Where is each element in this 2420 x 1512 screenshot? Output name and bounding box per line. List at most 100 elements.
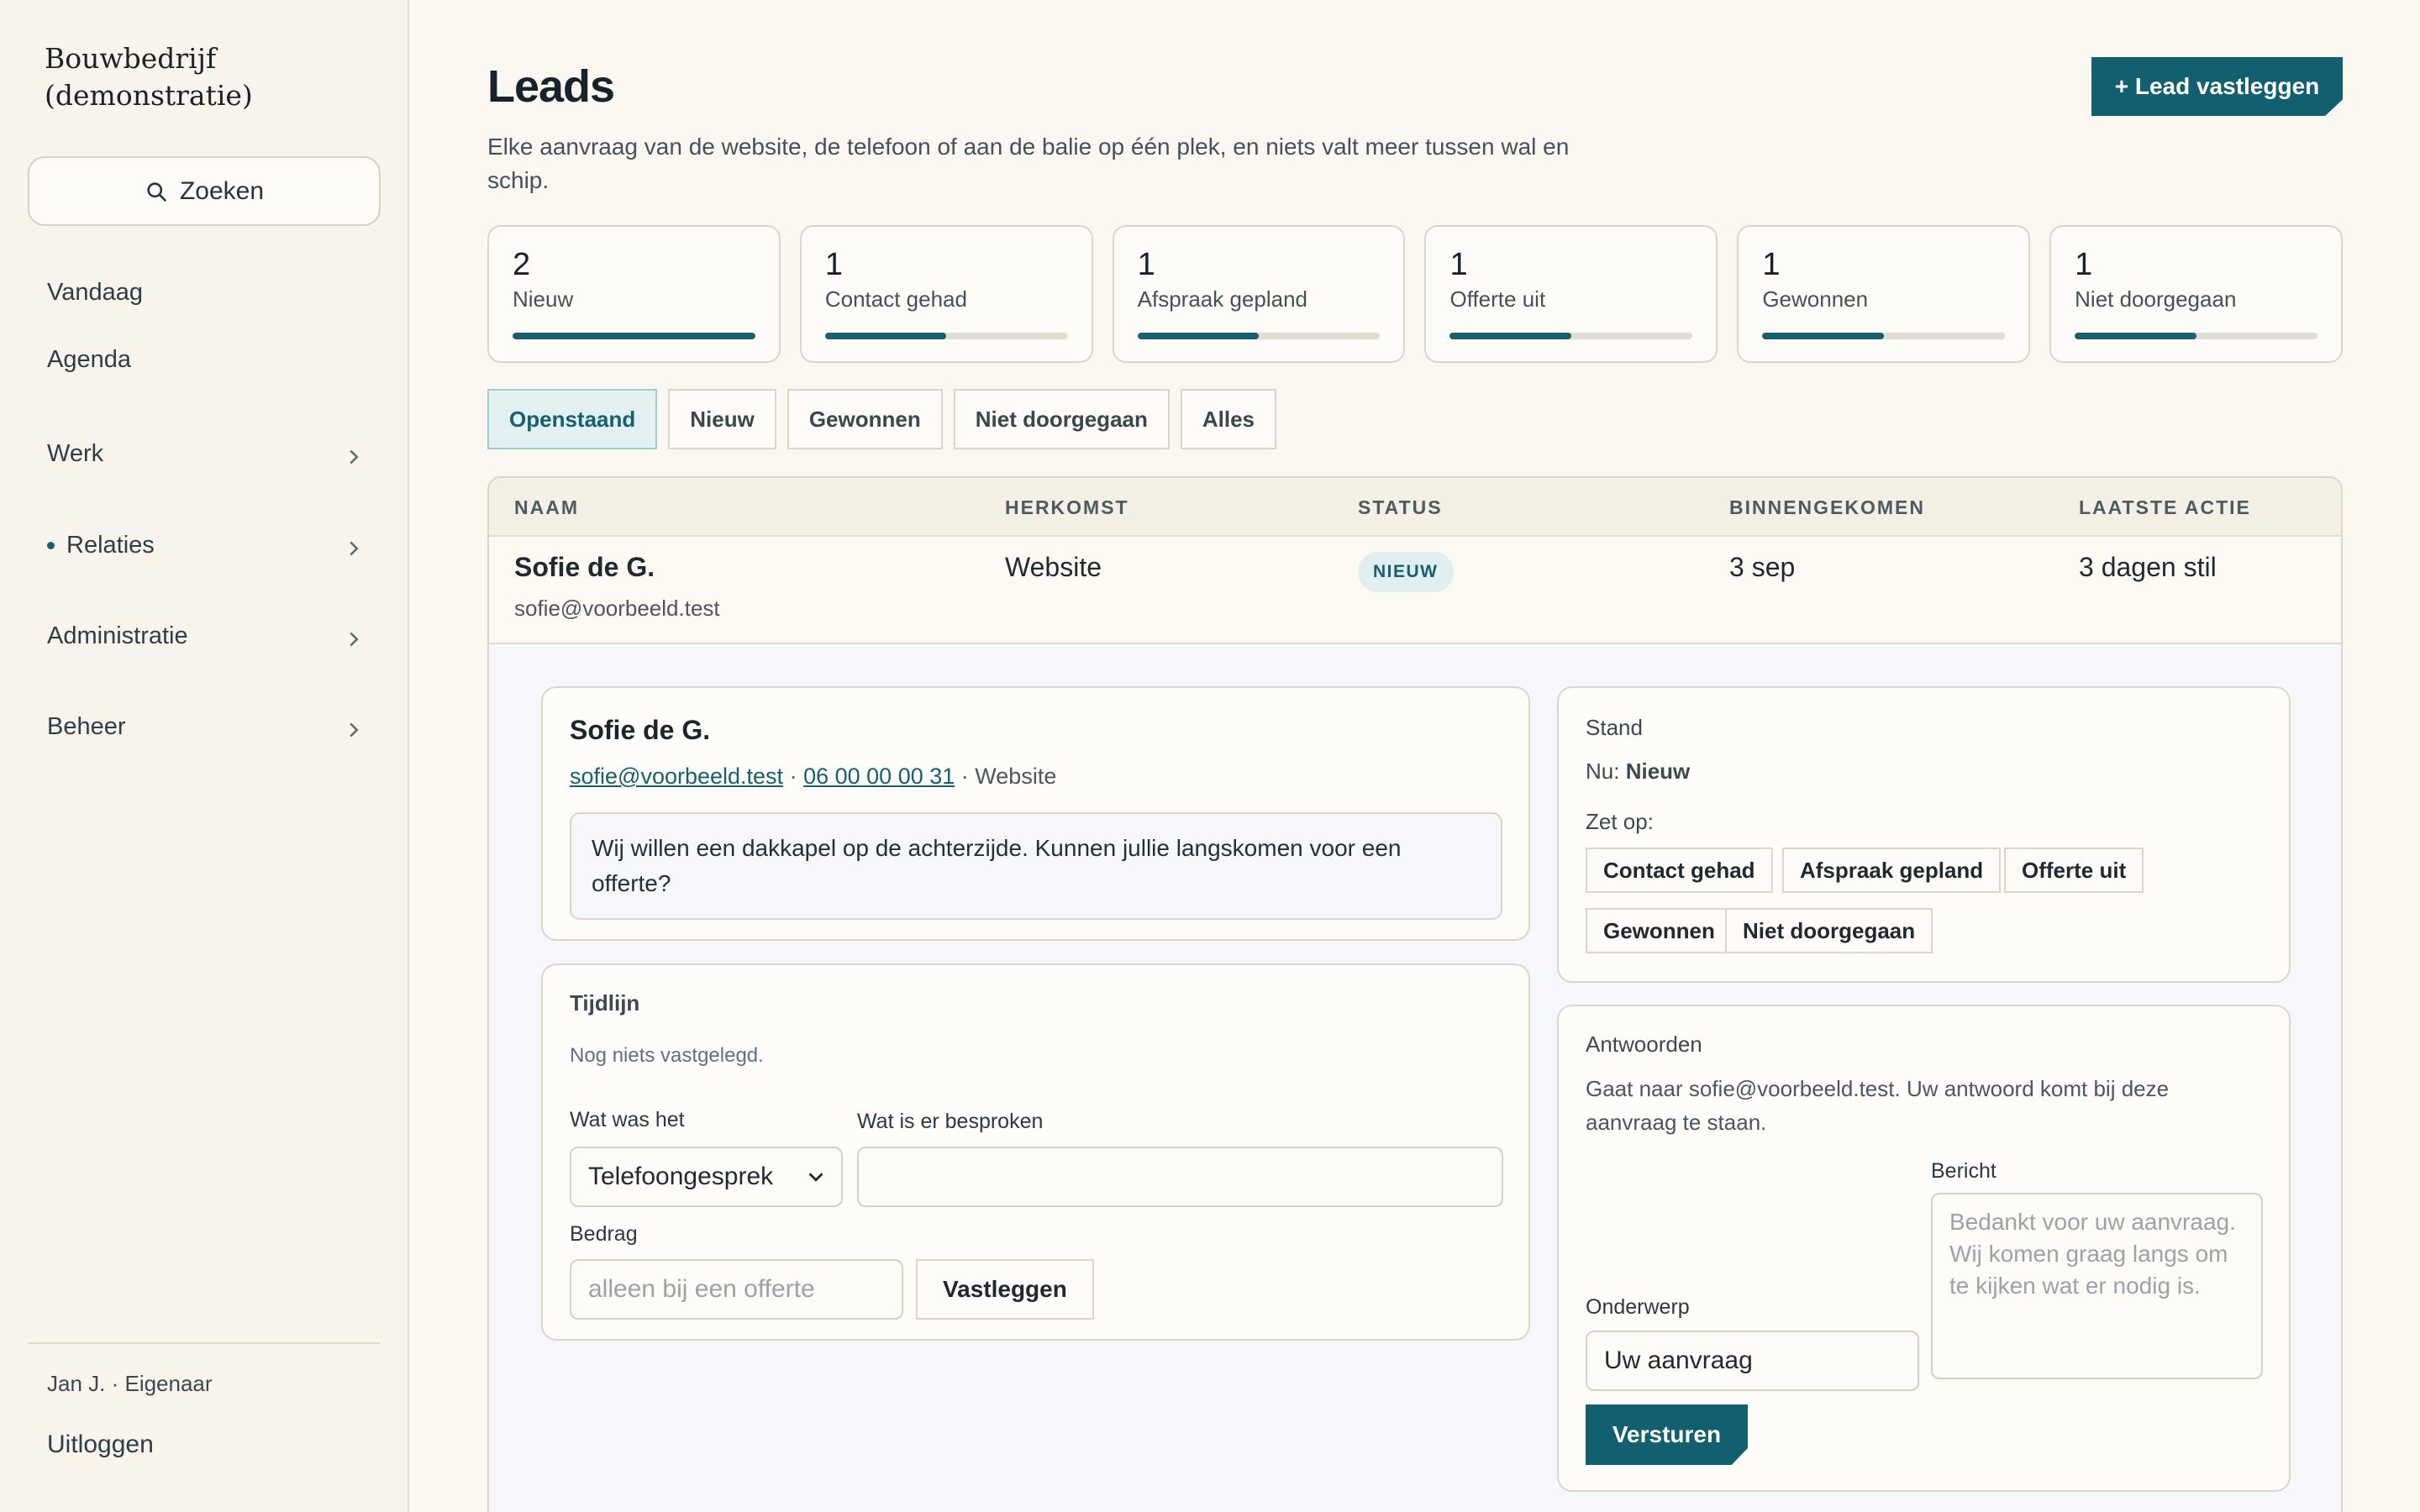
type-select-value: Telefoongesprek	[588, 1163, 774, 1190]
stand-title: Stand	[1586, 715, 1643, 740]
set-gewonnen-button[interactable]: Gewonnen	[1586, 908, 1733, 953]
stat-progress-fill	[513, 333, 755, 339]
stat-card-niet-doorgegaan[interactable]: 1 Niet doorgegaan	[2049, 225, 2343, 363]
sidebar-item-administratie[interactable]: Administratie	[47, 622, 366, 650]
sidebar-item-label: Beheer	[47, 713, 126, 740]
user-info: Jan J. · Eigenaar	[47, 1371, 213, 1396]
stat-progress	[2075, 333, 2317, 339]
sidebar-item-agenda[interactable]: Agenda	[47, 346, 366, 374]
reply-description: Gaat naar sofie@voorbeeld.test. Uw antwo…	[1586, 1076, 2170, 1135]
search-icon	[147, 181, 166, 202]
sidebar-item-label: Relaties	[66, 532, 155, 559]
logout-link[interactable]: Uitloggen	[47, 1431, 154, 1459]
stat-card-contact-gehad[interactable]: 1 Contact gehad	[799, 225, 1093, 363]
subject-input[interactable]: Uw aanvraag	[1586, 1331, 1919, 1391]
lead-email: sofie@voorbeeld.test	[514, 596, 720, 621]
stat-progress	[1449, 333, 1693, 339]
stat-card-offerte-uit[interactable]: 1 Offerte uit	[1424, 225, 1718, 363]
discussed-label: Wat is er besproken	[857, 1110, 1044, 1133]
phone-link[interactable]: 06 00 00 00 31	[803, 764, 955, 789]
subject-value: Uw aanvraag	[1604, 1347, 1753, 1374]
add-lead-button[interactable]: + Lead vastleggen	[2091, 57, 2343, 116]
filter-tabs: Openstaand Nieuw Gewonnen Niet doorgegaa…	[487, 389, 1277, 449]
brand-name: Bouwbedrijf (demonstratie)	[45, 42, 253, 112]
column-header-herkomst[interactable]: HERKOMST	[1005, 496, 1129, 519]
contact-card: Sofie de G. sofie@voorbeeld.test · 06 00…	[541, 686, 1530, 941]
sidebar-item-label: Vandaag	[47, 279, 143, 306]
stat-label: Gewonnen	[1762, 286, 1869, 312]
send-button[interactable]: Versturen	[1586, 1404, 1748, 1465]
filter-niet-doorgegaan[interactable]: Niet doorgegaan	[953, 389, 1170, 449]
stat-label: Niet doorgegaan	[2075, 286, 2237, 312]
stat-count: 1	[1449, 247, 1468, 282]
set-contact-gehad-button[interactable]: Contact gehad	[1586, 848, 1773, 893]
sidebar-item-werk[interactable]: Werk	[47, 440, 366, 468]
active-dot-icon	[47, 542, 55, 549]
subject-label: Onderwerp	[1586, 1295, 1690, 1319]
stand-current: Nu: Nieuw	[1586, 759, 1691, 784]
contact-source: Website	[975, 764, 1057, 789]
chevron-right-icon	[341, 713, 366, 747]
lead-received: 3 sep	[1729, 552, 1796, 582]
sidebar-item-beheer[interactable]: Beheer	[47, 713, 366, 741]
column-header-status[interactable]: STATUS	[1358, 496, 1443, 519]
separator: ·	[789, 764, 797, 789]
sidebar-item-label: Werk	[47, 440, 104, 467]
page-title: Leads	[487, 61, 615, 112]
amount-placeholder: alleen bij een offerte	[588, 1275, 815, 1303]
set-label: Zet op:	[1586, 809, 1654, 834]
amount-label: Bedrag	[570, 1222, 638, 1246]
amount-input[interactable]: alleen bij een offerte	[570, 1259, 903, 1320]
stats-row: 2 Nieuw 1 Contact gehad 1 Afspraak gepla…	[487, 225, 2343, 363]
sidebar-divider	[28, 1342, 381, 1344]
email-link[interactable]: sofie@voorbeeld.test	[570, 764, 783, 789]
type-select[interactable]: Telefoongesprek	[570, 1147, 843, 1207]
stat-count: 1	[1762, 247, 1781, 282]
sidebar-item-relaties[interactable]: Relaties	[47, 532, 366, 559]
timeline-title: Tijdlijn	[570, 990, 640, 1016]
table-row[interactable]: Sofie de G. sofie@voorbeeld.test Website…	[489, 537, 2341, 644]
lead-detail-panel: Sofie de G. sofie@voorbeeld.test · 06 00…	[489, 644, 2341, 1512]
stat-label: Afspraak gepland	[1137, 286, 1308, 312]
set-offerte-uit-button[interactable]: Offerte uit	[2004, 848, 2144, 893]
stand-card: Stand Nu: Nieuw Zet op: Contact gehad Af…	[1557, 686, 2291, 983]
filter-alles[interactable]: Alles	[1180, 389, 1277, 449]
message-placeholder: Bedankt voor uw aanvraag. Wij komen graa…	[1949, 1209, 2236, 1299]
set-afspraak-gepland-button[interactable]: Afspraak gepland	[1782, 848, 2002, 893]
message-textarea[interactable]: Bedankt voor uw aanvraag. Wij komen graa…	[1931, 1193, 2263, 1379]
stat-progress	[1762, 333, 2006, 339]
lead-name: Sofie de G.	[514, 552, 655, 582]
column-header-naam[interactable]: NAAM	[514, 496, 579, 519]
stat-card-gewonnen[interactable]: 1 Gewonnen	[1737, 225, 2031, 363]
reply-card: Antwoorden Gaat naar sofie@voorbeeld.tes…	[1557, 1005, 2291, 1492]
stat-count: 2	[513, 247, 531, 282]
inquiry-message: Wij willen een dakkapel op de achterzijd…	[570, 812, 1502, 920]
stat-card-afspraak-gepland[interactable]: 1 Afspraak gepland	[1112, 225, 1406, 363]
sidebar: Bouwbedrijf (demonstratie) Zoeken Vandaa…	[0, 0, 409, 1512]
contact-line: sofie@voorbeeld.test · 06 00 00 00 31 · …	[570, 764, 1056, 790]
column-header-laatste-actie[interactable]: LAATSTE ACTIE	[2079, 496, 2251, 519]
set-niet-doorgegaan-button[interactable]: Niet doorgegaan	[1725, 908, 1933, 953]
column-header-binnengekomen[interactable]: BINNENGEKOMEN	[1729, 496, 1925, 519]
filter-gewonnen[interactable]: Gewonnen	[786, 389, 943, 449]
stat-progress-fill	[2075, 333, 2196, 339]
reply-title: Antwoorden	[1586, 1032, 1702, 1057]
stat-count: 1	[2075, 247, 2093, 282]
table-header: NAAM HERKOMST STATUS BINNENGEKOMEN LAATS…	[489, 478, 2341, 537]
lead-source: Website	[1005, 552, 1102, 582]
filter-openstaand[interactable]: Openstaand	[487, 389, 658, 449]
save-timeline-button[interactable]: Vastleggen	[916, 1259, 1094, 1320]
stat-card-nieuw[interactable]: 2 Nieuw	[487, 225, 781, 363]
chevron-down-icon	[808, 1173, 823, 1182]
sidebar-item-vandaag[interactable]: Vandaag	[47, 279, 366, 307]
stat-count: 1	[1137, 247, 1155, 282]
page-subtitle: Elke aanvraag van de website, de telefoo…	[487, 134, 1570, 193]
stat-count: 1	[824, 247, 843, 282]
contact-name: Sofie de G.	[570, 715, 711, 745]
discussed-input[interactable]	[857, 1147, 1503, 1207]
search-button[interactable]: Zoeken	[28, 156, 381, 226]
stat-progress-fill	[1449, 333, 1571, 339]
timeline-card: Tijdlijn Nog niets vastgelegd. Wat was h…	[541, 963, 1530, 1341]
stat-progress-fill	[824, 333, 947, 339]
filter-nieuw[interactable]: Nieuw	[668, 389, 776, 449]
